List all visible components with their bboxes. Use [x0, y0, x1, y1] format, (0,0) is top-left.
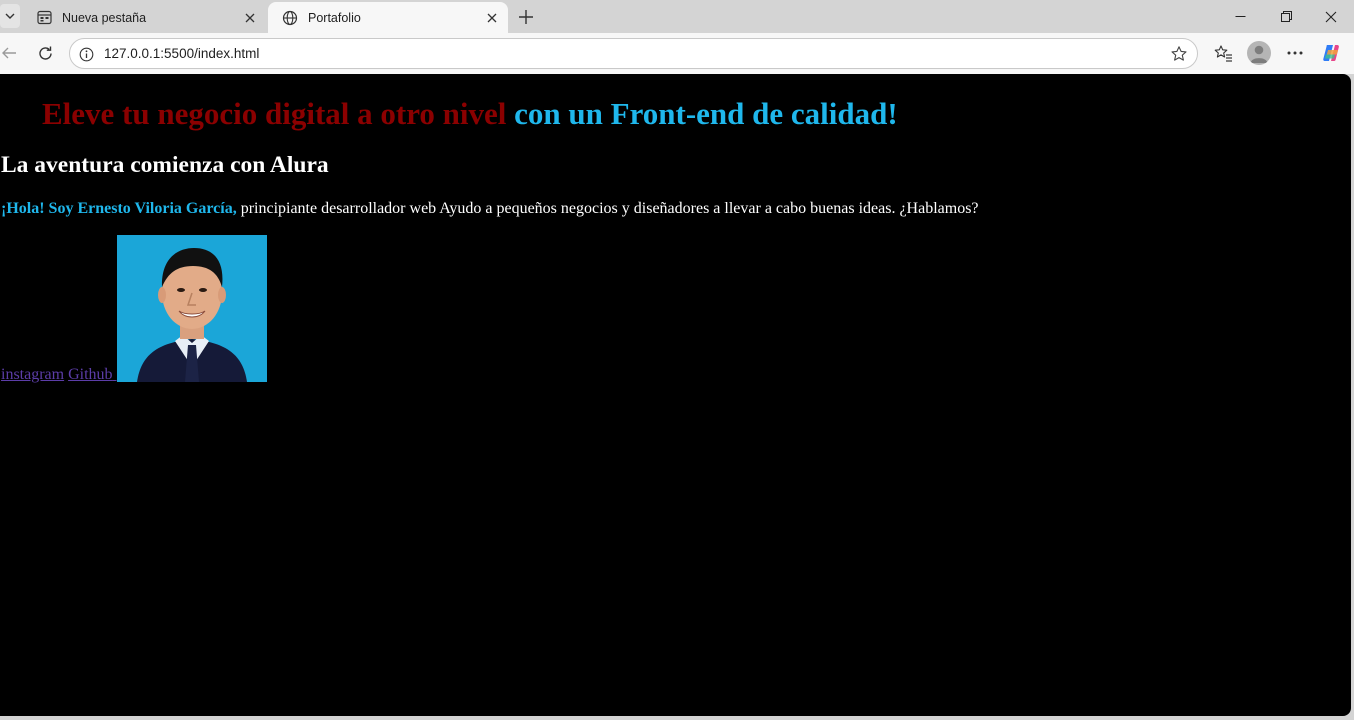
new-tab-page-icon — [36, 10, 52, 26]
url-text[interactable]: 127.0.0.1:5500/index.html — [104, 46, 259, 61]
browser-toolbar: 127.0.0.1:5500/index.html — [0, 33, 1354, 74]
more-menu-button[interactable] — [1280, 38, 1310, 68]
intro-text: principiante desarrollador web Ayudo a p… — [240, 200, 979, 217]
intro-paragraph: ¡Hola! Soy Ernesto Viloria García, princ… — [1, 200, 979, 218]
close-icon[interactable] — [240, 8, 260, 28]
link-spacer[interactable] — [113, 366, 117, 383]
hero-text-blue: con un Front-end de calidad! — [514, 96, 898, 131]
copilot-icon — [1323, 45, 1339, 61]
copilot-button[interactable] — [1317, 38, 1347, 68]
close-icon — [1325, 11, 1337, 22]
profile-photo — [117, 235, 267, 382]
favorites-button[interactable] — [1208, 38, 1238, 68]
back-arrow-icon — [2, 47, 16, 59]
tab-title: Portafolio — [308, 10, 361, 25]
reload-icon — [38, 46, 52, 60]
plus-icon — [519, 10, 533, 24]
address-bar[interactable]: 127.0.0.1:5500/index.html — [69, 38, 1198, 69]
chevron-down-icon — [5, 13, 15, 19]
instagram-link[interactable]: instagram — [1, 366, 64, 383]
tab-portafolio[interactable]: Portafolio — [268, 2, 508, 33]
tab-list-button[interactable] — [0, 4, 20, 28]
social-links: instagram Github — [1, 366, 117, 384]
close-icon[interactable] — [482, 8, 502, 28]
profile-avatar[interactable] — [1247, 41, 1271, 65]
back-button[interactable] — [0, 38, 24, 68]
github-link[interactable]: Github — [68, 366, 112, 383]
window-close-button[interactable] — [1308, 0, 1354, 33]
new-tab-button[interactable] — [514, 5, 538, 29]
user-icon — [1250, 45, 1268, 63]
site-info-icon[interactable] — [78, 46, 94, 62]
hero-heading: Eleve tu negocio digital a otro nivel co… — [42, 96, 898, 132]
minimize-icon — [1235, 16, 1245, 17]
tab-nueva-pestana[interactable]: Nueva pestaña — [22, 2, 266, 33]
reload-button[interactable] — [30, 38, 60, 68]
tab-title: Nueva pestaña — [62, 10, 147, 25]
page-subtitle: La aventura comienza con Alura — [1, 152, 329, 178]
globe-icon — [282, 10, 298, 26]
hero-text-red: Eleve tu negocio digital a otro nivel — [42, 96, 507, 131]
favorites-list-icon — [1214, 45, 1232, 62]
more-options-icon — [1287, 51, 1303, 55]
minimize-button[interactable] — [1217, 0, 1263, 33]
page-viewport: Eleve tu negocio digital a otro nivel co… — [0, 74, 1351, 716]
restore-button[interactable] — [1263, 0, 1309, 33]
restore-icon — [1280, 11, 1292, 22]
intro-greeting: ¡Hola! Soy Ernesto Viloria García, — [1, 200, 237, 217]
favorite-star-icon[interactable] — [1169, 44, 1189, 64]
tab-strip: Nueva pestaña Portafolio — [0, 0, 1354, 33]
